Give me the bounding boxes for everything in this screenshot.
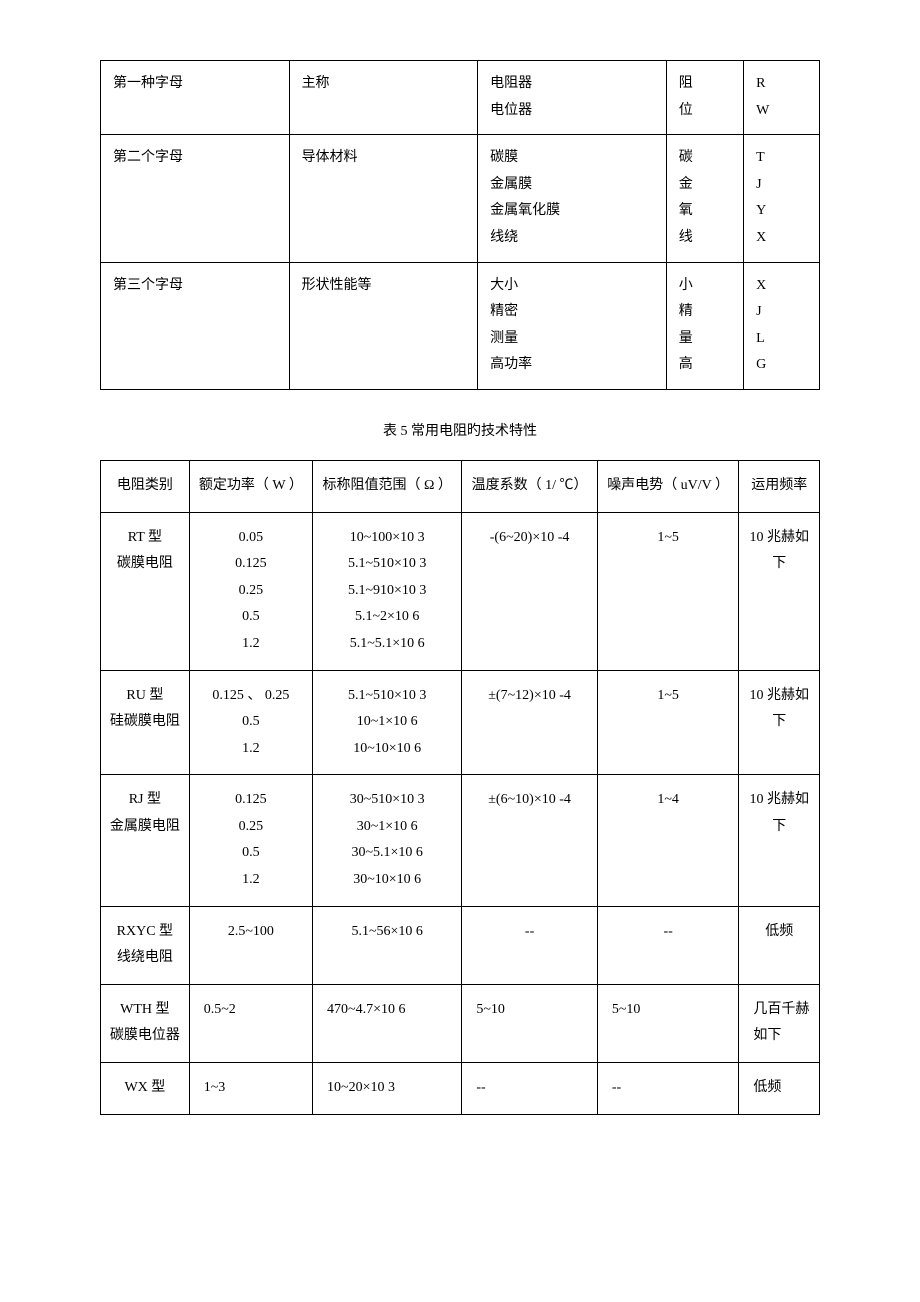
cell-fullname: 碳膜金属膜金属氧化膜线绕 — [478, 135, 667, 262]
cell-type: RU 型硅碳膜电阻 — [101, 670, 190, 775]
cell-power: 0.5~2 — [189, 984, 312, 1062]
cell-power: 2.5~100 — [189, 906, 312, 984]
cell-noise: -- — [597, 906, 739, 984]
col-header-power: 额定功率（ W ） — [189, 460, 312, 512]
cell-letter-pos: 第二个字母 — [101, 135, 290, 262]
table-row: 第三个字母形状性能等大小精密测量高功率小精量高XJLG — [101, 262, 820, 389]
cell-temp: ±(6~10)×10 -4 — [462, 775, 598, 906]
cell-range: 10~20×10 3 — [313, 1063, 462, 1115]
cell-meaning: 导体材料 — [289, 135, 478, 262]
cell-range: 5.1~510×10 310~1×10 610~10×10 6 — [313, 670, 462, 775]
cell-code: RW — [744, 61, 820, 135]
cell-type: RJ 型金属膜电阻 — [101, 775, 190, 906]
table-row: 第二个字母导体材料碳膜金属膜金属氧化膜线绕碳金氧线TJYX — [101, 135, 820, 262]
cell-power: 0.125 、 0.250.51.2 — [189, 670, 312, 775]
cell-power: 1~3 — [189, 1063, 312, 1115]
cell-letter-pos: 第一种字母 — [101, 61, 290, 135]
cell-temp: -- — [462, 906, 598, 984]
col-header-range: 标称阻值范围（ Ω ） — [313, 460, 462, 512]
cell-freq: 10 兆赫如下 — [739, 775, 820, 906]
cell-char: 碳金氧线 — [666, 135, 743, 262]
cell-type: RT 型碳膜电阻 — [101, 512, 190, 670]
col-header-freq: 运用频率 — [739, 460, 820, 512]
col-header-type: 电阻类别 — [101, 460, 190, 512]
cell-noise: 5~10 — [597, 984, 739, 1062]
cell-temp: ±(7~12)×10 -4 — [462, 670, 598, 775]
cell-code: TJYX — [744, 135, 820, 262]
cell-range: 5.1~56×10 6 — [313, 906, 462, 984]
cell-noise: -- — [597, 1063, 739, 1115]
cell-noise: 1~4 — [597, 775, 739, 906]
table-row: RU 型硅碳膜电阻0.125 、 0.250.51.25.1~510×10 31… — [101, 670, 820, 775]
cell-freq: 几百千赫如下 — [739, 984, 820, 1062]
cell-type: WX 型 — [101, 1063, 190, 1115]
table-row: RXYC 型线绕电阻2.5~1005.1~56×10 6----低频 — [101, 906, 820, 984]
table-row: WX 型1~310~20×10 3----低频 — [101, 1063, 820, 1115]
cell-power: 0.1250.250.51.2 — [189, 775, 312, 906]
cell-temp: -- — [462, 1063, 598, 1115]
cell-noise: 1~5 — [597, 512, 739, 670]
cell-meaning: 形状性能等 — [289, 262, 478, 389]
letter-code-table: 第一种字母主称电阻器电位器阻位RW第二个字母导体材料碳膜金属膜金属氧化膜线绕碳金… — [100, 60, 820, 390]
cell-freq: 10 兆赫如下 — [739, 512, 820, 670]
table-row: 第一种字母主称电阻器电位器阻位RW — [101, 61, 820, 135]
cell-range: 470~4.7×10 6 — [313, 984, 462, 1062]
cell-temp: 5~10 — [462, 984, 598, 1062]
cell-meaning: 主称 — [289, 61, 478, 135]
col-header-temp: 温度系数（ 1/ ℃） — [462, 460, 598, 512]
cell-freq: 低频 — [739, 906, 820, 984]
table-row: WTH 型碳膜电位器0.5~2470~4.7×10 65~105~10几百千赫如… — [101, 984, 820, 1062]
col-header-noise: 噪声电势（ uV/V ） — [597, 460, 739, 512]
cell-range: 10~100×10 35.1~510×10 35.1~910×10 35.1~2… — [313, 512, 462, 670]
cell-char: 阻位 — [666, 61, 743, 135]
cell-range: 30~510×10 330~1×10 630~5.1×10 630~10×10 … — [313, 775, 462, 906]
cell-code: XJLG — [744, 262, 820, 389]
cell-char: 小精量高 — [666, 262, 743, 389]
cell-letter-pos: 第三个字母 — [101, 262, 290, 389]
table-header-row: 电阻类别 额定功率（ W ） 标称阻值范围（ Ω ） 温度系数（ 1/ ℃） 噪… — [101, 460, 820, 512]
cell-noise: 1~5 — [597, 670, 739, 775]
cell-fullname: 大小精密测量高功率 — [478, 262, 667, 389]
cell-fullname: 电阻器电位器 — [478, 61, 667, 135]
cell-freq: 10 兆赫如下 — [739, 670, 820, 775]
table-row: RT 型碳膜电阻0.050.1250.250.51.210~100×10 35.… — [101, 512, 820, 670]
resistor-spec-table: 电阻类别 额定功率（ W ） 标称阻值范围（ Ω ） 温度系数（ 1/ ℃） 噪… — [100, 460, 820, 1115]
table-row: RJ 型金属膜电阻0.1250.250.51.230~510×10 330~1×… — [101, 775, 820, 906]
cell-freq: 低频 — [739, 1063, 820, 1115]
cell-power: 0.050.1250.250.51.2 — [189, 512, 312, 670]
cell-type: RXYC 型线绕电阻 — [101, 906, 190, 984]
cell-temp: -(6~20)×10 -4 — [462, 512, 598, 670]
table2-caption: 表 5 常用电阻旳技术特性 — [100, 420, 820, 440]
cell-type: WTH 型碳膜电位器 — [101, 984, 190, 1062]
